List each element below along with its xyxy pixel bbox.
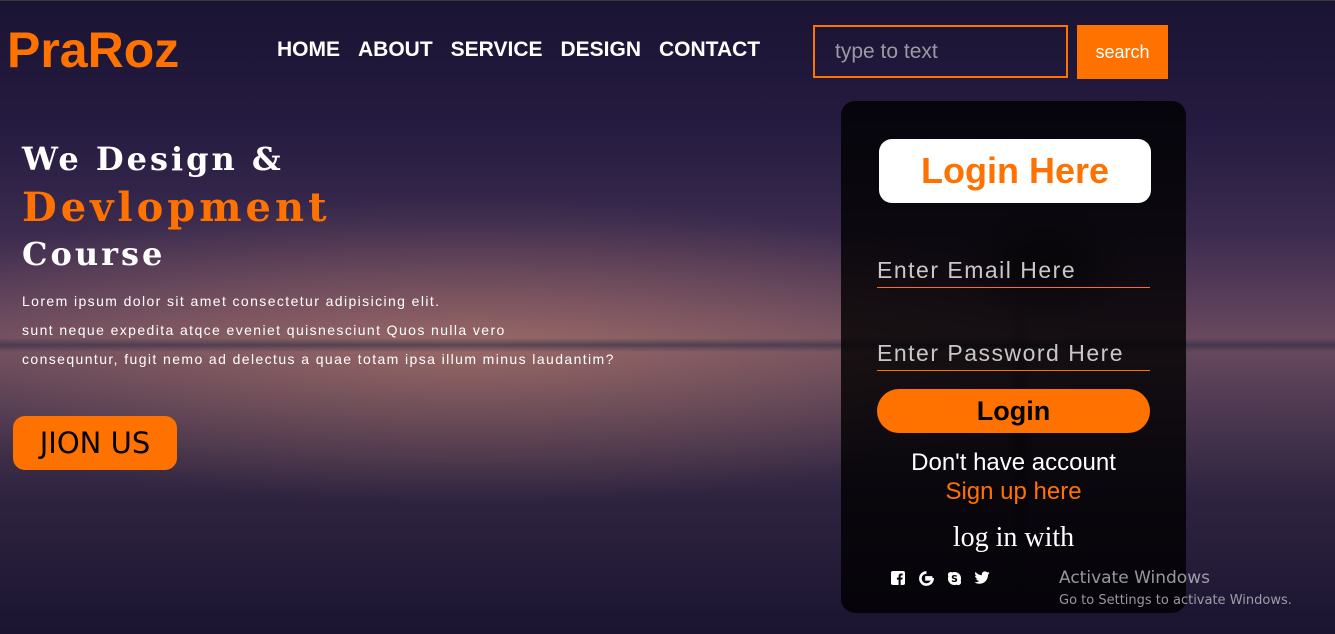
login-with-text: log in with [952,522,1075,553]
nav-link-design[interactable]: DESIGN [561,37,642,63]
main-nav: HOME ABOUT SERVICE DESIGN CONTACT [277,37,778,63]
hero-paragraph-line: consequntur, fugit nemo ad delectus a qu… [22,351,615,367]
skype-icon[interactable]: S [946,570,962,586]
google-icon[interactable] [918,570,934,586]
hero-heading-line-1: We Design & [22,140,284,178]
login-card: Login Here Login Don't have account Sign… [841,101,1186,613]
search-input[interactable] [813,25,1068,78]
hero-paragraph-line: sunt neque expedita atqce eveniet quisne… [22,322,506,338]
activate-windows-title: Activate Windows [1059,568,1210,588]
svg-text:S: S [951,573,958,584]
hero-paragraph-line: Lorem ipsum dolor sit amet consectetur a… [22,293,441,309]
social-login-icons: S [890,570,990,586]
hero-heading-line-3: Course [22,235,166,273]
login-title: Login Here [879,139,1151,203]
password-field[interactable] [877,337,1150,371]
twitter-icon[interactable] [974,570,990,586]
nav-link-contact[interactable]: CONTACT [659,37,760,63]
login-button[interactable]: Login [877,389,1150,433]
no-account-text: Don't have account [911,449,1116,476]
search-button[interactable]: search [1077,25,1168,79]
activate-windows-subtitle: Go to Settings to activate Windows. [1059,593,1292,608]
signup-link[interactable]: Sign up here [841,478,1186,506]
nav-link-about[interactable]: ABOUT [358,37,433,63]
nav-link-service[interactable]: SERVICE [451,37,543,63]
facebook-icon[interactable] [890,570,906,586]
nav-link-home[interactable]: HOME [277,37,340,63]
hero-heading-line-2: Devlopment [22,184,331,231]
site-logo[interactable]: PraRoz [7,22,179,78]
top-border [0,0,1335,1]
hero-paragraph: Lorem ipsum dolor sit amet consectetur a… [22,287,722,374]
join-us-button[interactable]: JION US [13,416,177,470]
email-field[interactable] [877,254,1150,288]
